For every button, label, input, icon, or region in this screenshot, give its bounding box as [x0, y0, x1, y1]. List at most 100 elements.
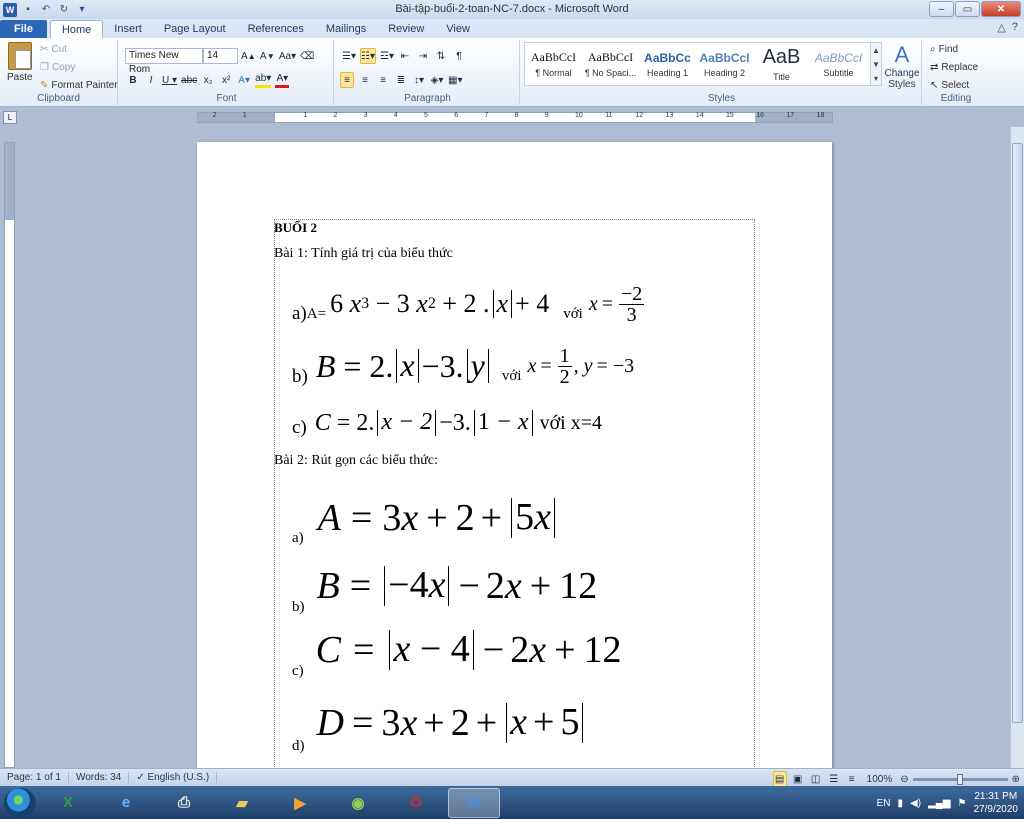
full-screen-view-icon[interactable]: ▣: [791, 771, 805, 787]
format-painter-button[interactable]: ✎ Format Painter: [40, 80, 118, 91]
tab-home[interactable]: Home: [49, 20, 104, 38]
word-taskbar-icon[interactable]: W: [448, 787, 500, 818]
minimize-button[interactable]: –: [929, 1, 954, 17]
paste-icon[interactable]: [8, 42, 32, 70]
multilevel-list-button[interactable]: ☲▾: [380, 48, 394, 64]
zoom-out-icon[interactable]: ⊖: [900, 774, 908, 785]
window-title: Bài-tập-buổi-2-toan-NC-7.docx - Microsof…: [395, 3, 629, 15]
underline-button[interactable]: U ▾: [162, 72, 177, 88]
shading-button[interactable]: ◈▾: [430, 72, 444, 88]
replace-button[interactable]: ⇄ Replace: [930, 62, 978, 73]
language-indicator[interactable]: ✓ English (U.S.): [129, 772, 218, 783]
signal-icon[interactable]: ▂▄▆: [928, 798, 950, 809]
font-name-select[interactable]: Times New Rom: [125, 48, 203, 75]
page-count[interactable]: Page: 1 of 1: [0, 772, 69, 783]
cut-button[interactable]: ✂ Cut: [40, 44, 67, 55]
tab-review[interactable]: Review: [377, 20, 435, 38]
copy-button[interactable]: ❐ Copy: [40, 62, 75, 73]
ribbon-minimize-icon[interactable]: △: [997, 21, 1005, 34]
select-button[interactable]: ↖ Select: [930, 80, 969, 91]
font-size-select[interactable]: 14: [203, 48, 238, 64]
print-layout-view-icon[interactable]: ▤: [772, 771, 787, 787]
style-normal[interactable]: AaBbCcI ¶ Normal: [525, 43, 582, 85]
bullets-button[interactable]: ☰▾: [342, 48, 356, 64]
highlight-button[interactable]: ab▾: [255, 72, 272, 88]
bold-button[interactable]: B: [126, 72, 140, 88]
style-no-spacing[interactable]: AaBbCcI ¶ No Spaci...: [582, 43, 639, 85]
zoom-slider[interactable]: [912, 773, 1008, 785]
folder-taskbar-icon[interactable]: ▰: [216, 788, 268, 818]
more-styles-icon[interactable]: ▾: [874, 74, 878, 83]
word-count[interactable]: Words: 34: [69, 772, 130, 783]
pilcrow-icon[interactable]: ¶: [452, 48, 466, 64]
numbering-button[interactable]: ☷▾: [360, 48, 376, 64]
strikethrough-button[interactable]: abc: [181, 72, 197, 88]
italic-button[interactable]: I: [144, 72, 158, 88]
clock[interactable]: 21:31 PM 27/9/2020: [974, 790, 1019, 816]
horizontal-ruler[interactable]: 2 1 1 2 3 4 5 6 7 8 9 10 11 12 13 14 15 16 17 18: [197, 112, 833, 123]
vertical-ruler[interactable]: [4, 142, 15, 768]
tab-insert[interactable]: Insert: [103, 20, 153, 38]
align-center-button[interactable]: ≡: [358, 72, 372, 88]
network-icon[interactable]: ▮: [898, 798, 904, 809]
subscript-button[interactable]: x₂: [201, 72, 215, 88]
bai1-b-expression: b) B = 2. x −3. y với x = 12 , y = −3: [292, 344, 635, 388]
style-heading-2[interactable]: AaBbCcI Heading 2: [696, 43, 753, 85]
zoom-level[interactable]: 100%: [867, 774, 893, 785]
styles-gallery-scroll[interactable]: ▲ ▼ ▾: [870, 42, 882, 86]
bai1-a-expression: a) A= 6 x3 − 3 x2 + 2 . x + 4 với x = −2 3: [292, 282, 645, 326]
media-player-taskbar-icon[interactable]: ▶: [274, 788, 326, 818]
status-bar: Page: 1 of 1 Words: 34 ✓ English (U.S.) …: [0, 768, 1024, 787]
tab-page-layout[interactable]: Page Layout: [153, 20, 237, 38]
coccoc-taskbar-icon[interactable]: ◉: [332, 788, 384, 818]
shrink-font-button[interactable]: A ▼: [260, 48, 275, 64]
outline-view-icon[interactable]: ☰: [827, 771, 841, 787]
superscript-button[interactable]: x²: [219, 72, 233, 88]
zoom-slider-knob[interactable]: [956, 773, 963, 785]
tab-selector-icon[interactable]: L: [3, 111, 17, 124]
vertical-scrollbar[interactable]: [1010, 127, 1024, 768]
line-spacing-button[interactable]: ↕▾: [412, 72, 426, 88]
opera-taskbar-icon[interactable]: O: [390, 788, 442, 818]
justify-button[interactable]: ≣: [394, 72, 408, 88]
decrease-indent-button[interactable]: ⇤: [398, 48, 412, 64]
align-right-button[interactable]: ≡: [376, 72, 390, 88]
style-subtitle[interactable]: AaBbCcI Subtitle: [810, 43, 867, 85]
web-layout-view-icon[interactable]: ◫: [809, 771, 823, 787]
font-color-button[interactable]: A▾: [275, 72, 290, 88]
paste-button[interactable]: Paste: [7, 72, 33, 83]
scrollbar-thumb[interactable]: [1012, 143, 1023, 723]
scroll-down-icon[interactable]: ▼: [872, 60, 880, 69]
excel-taskbar-icon[interactable]: X: [42, 788, 94, 818]
tab-mailings[interactable]: Mailings: [315, 20, 377, 38]
internet-explorer-taskbar-icon[interactable]: e: [100, 788, 152, 818]
increase-indent-button[interactable]: ⇥: [416, 48, 430, 64]
clock-date: 27/9/2020: [973, 804, 1019, 815]
draft-view-icon[interactable]: ≡: [845, 771, 859, 787]
tab-file[interactable]: File: [0, 20, 47, 38]
volume-icon[interactable]: ◀): [910, 798, 921, 809]
align-left-button[interactable]: ≡: [340, 72, 354, 88]
style-title[interactable]: AaB Title: [753, 43, 810, 85]
help-icon[interactable]: ?: [1012, 21, 1018, 34]
input-language[interactable]: EN: [877, 798, 891, 809]
printer-taskbar-icon[interactable]: ⎙: [158, 788, 210, 818]
change-styles-button[interactable]: A Change Styles: [884, 42, 920, 90]
start-button[interactable]: [4, 787, 36, 818]
tab-view[interactable]: View: [435, 20, 481, 38]
clear-formatting-icon[interactable]: ⌫: [300, 48, 314, 64]
tab-references[interactable]: References: [237, 20, 315, 38]
change-case-button[interactable]: Aa▾: [279, 48, 296, 64]
scroll-up-icon[interactable]: ▲: [872, 46, 880, 55]
grow-font-button[interactable]: A ▲: [241, 48, 256, 64]
sort-icon[interactable]: ⇅: [434, 48, 448, 64]
find-button[interactable]: ⌕ Find: [930, 44, 958, 55]
borders-button[interactable]: ▦▾: [448, 72, 462, 88]
text-effects-button[interactable]: A▾: [237, 72, 251, 88]
zoom-in-icon[interactable]: ⊕: [1012, 774, 1020, 785]
close-button[interactable]: ✕: [981, 1, 1021, 17]
flag-icon[interactable]: ⚑: [958, 798, 967, 809]
style-heading-1[interactable]: AaBbCc Heading 1: [639, 43, 696, 85]
maximize-button[interactable]: ▭: [955, 1, 980, 17]
document-page[interactable]: BUỔI 2 Bài 1: Tính giá trị của biểu thức…: [197, 142, 832, 782]
